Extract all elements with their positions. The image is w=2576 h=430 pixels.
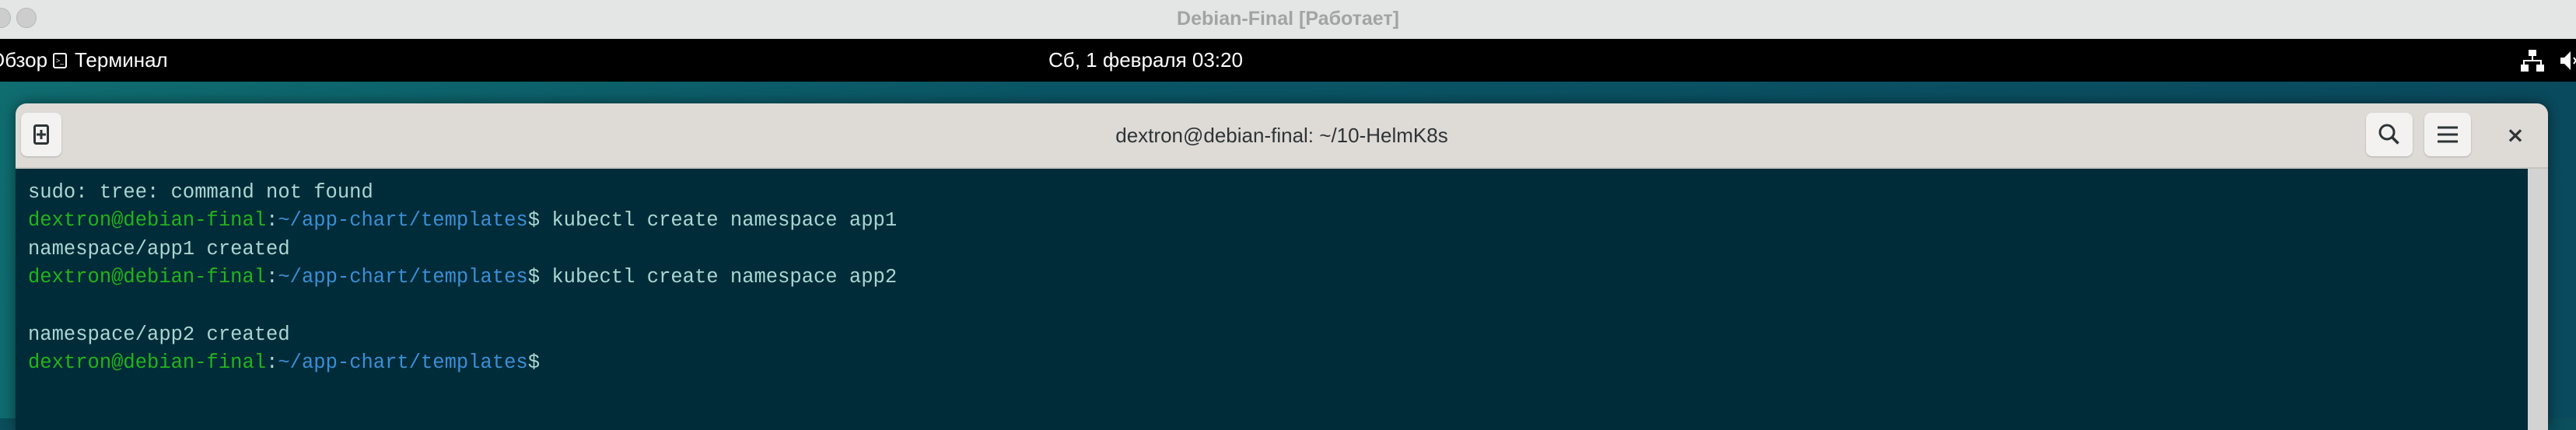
output-line: namespace/app1 created [28, 237, 290, 260]
terminal-output[interactable]: sudo: tree: command not found dextron@deb… [16, 169, 2528, 430]
prompt-user: dextron@debian-final [28, 209, 267, 232]
prompt-sep: : [266, 266, 278, 289]
command: kubectl create namespace app2 [540, 266, 898, 289]
prompt-path: ~/app-chart/templates [278, 351, 528, 375]
blank-line: ​ [28, 292, 897, 321]
terminal-window: dextron@debian-final: ~/10-HelmK8s × sud… [16, 103, 2548, 430]
prompt-sep: : [266, 351, 278, 375]
search-button[interactable] [2366, 113, 2413, 156]
prompt-symbol: $ [527, 266, 541, 289]
prompt-line: dextron@debian-final:~/app-chart/templat… [28, 264, 897, 292]
terminal-title: dextron@debian-final: ~/10-HelmK8s [1115, 124, 1448, 147]
prompt-user: dextron@debian-final [28, 351, 267, 375]
main-menu-button[interactable] [2424, 113, 2471, 156]
prompt-user: dextron@debian-final [28, 266, 267, 289]
prompt-line: dextron@debian-final:~/app-chart/templat… [28, 349, 897, 378]
search-icon [2378, 124, 2399, 145]
vm-window-titlebar: Debian-Final [Работает] [0, 0, 2576, 39]
prompt-sep: : [266, 209, 278, 232]
command: kubectl create namespace app1 [540, 209, 898, 232]
terminal-headerbar: dextron@debian-final: ~/10-HelmK8s × [16, 103, 2548, 169]
clock[interactable]: Сб, 1 февраля 03:20 [0, 39, 2291, 82]
output-line: sudo: tree: command not found [28, 180, 373, 204]
prompt-path: ~/app-chart/templates [278, 266, 528, 289]
vm-window-title: Debian-Final [Работает] [1177, 8, 1399, 30]
volume-muted-icon[interactable] [2560, 50, 2576, 72]
prompt-path: ~/app-chart/templates [278, 209, 528, 232]
close-icon: × [2506, 121, 2525, 148]
hamburger-menu-icon [2438, 126, 2458, 143]
scrollbar[interactable] [2528, 169, 2548, 430]
close-button[interactable]: × [2501, 121, 2529, 149]
prompt-symbol: $ [527, 209, 541, 232]
network-icon[interactable] [2521, 50, 2544, 72]
gnome-top-bar: Обзор >_ Терминал Сб, 1 февраля 03:20 [0, 39, 2576, 82]
output-line: namespace/app2 created [28, 323, 290, 346]
prompt-line: dextron@debian-final:~/app-chart/templat… [28, 207, 897, 236]
prompt-symbol: $ [527, 351, 541, 375]
